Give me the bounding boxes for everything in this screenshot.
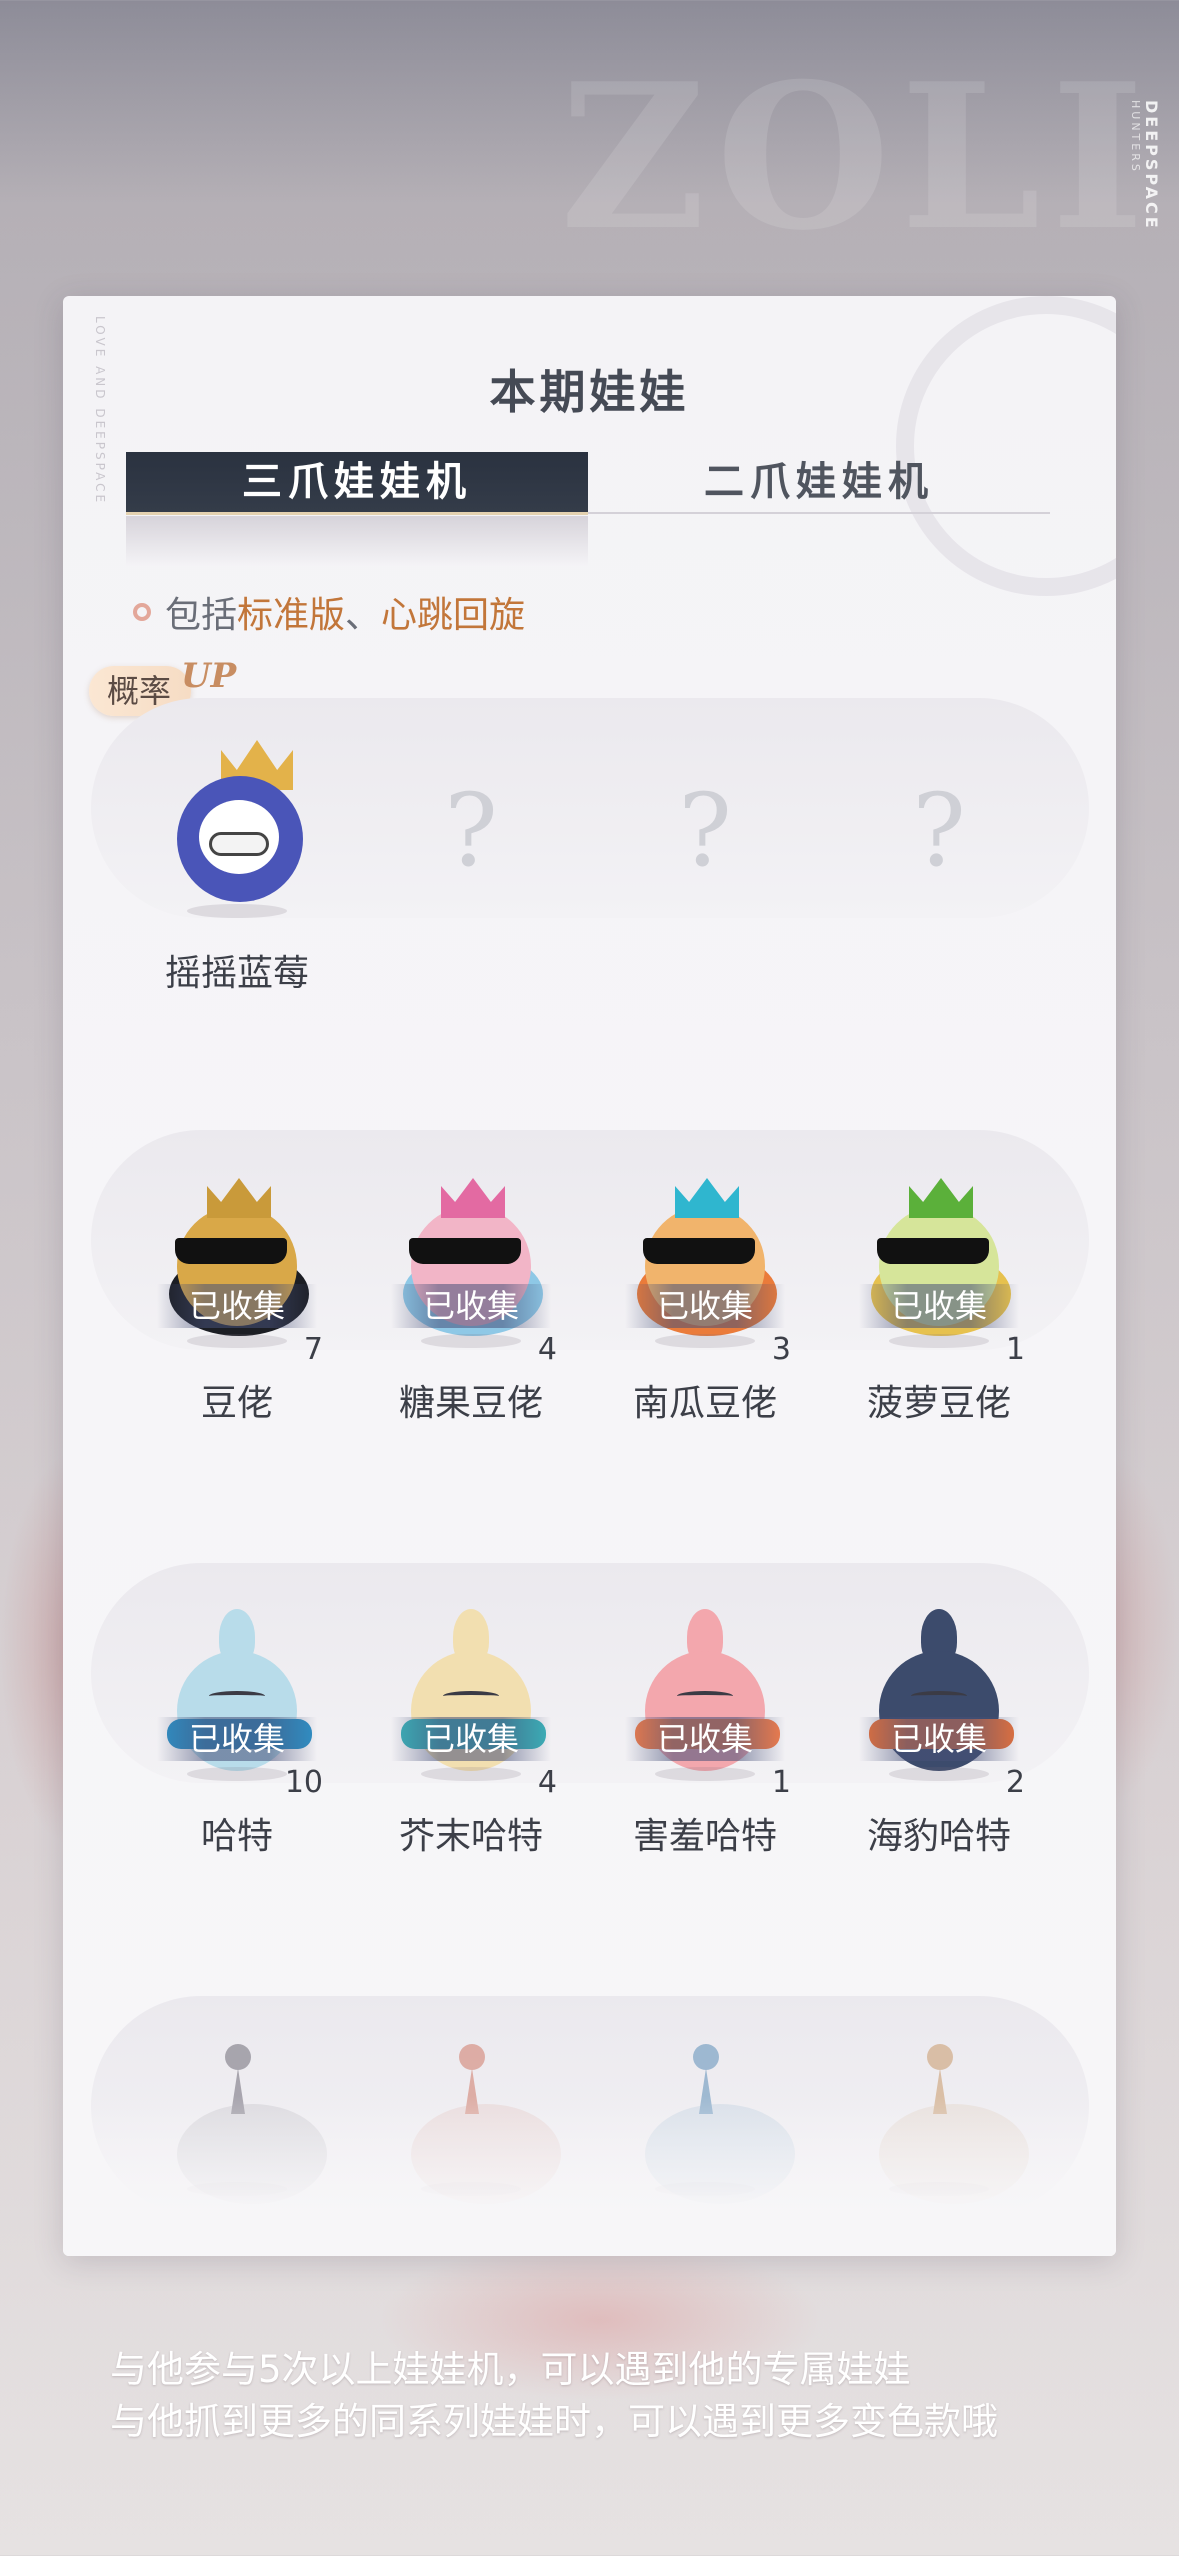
tab-two-claw[interactable]: 二爪娃娃机 bbox=[588, 452, 1050, 512]
probability-up-label: UP bbox=[181, 656, 237, 696]
doll-slot[interactable]: 已收集 1 害羞哈特 bbox=[605, 1599, 805, 1859]
doll-slot-unknown: ? bbox=[371, 736, 571, 926]
doll-name: 豆佬 bbox=[200, 1383, 273, 1424]
bean-doll-icon: 已收集 1 bbox=[849, 1166, 1029, 1367]
bean-doll-icon: 已收集 4 bbox=[381, 1166, 561, 1367]
doll-slot-unknown: ? bbox=[839, 736, 1039, 926]
doll-name: 哈特 bbox=[200, 1816, 273, 1857]
owned-count: 2 bbox=[1005, 1765, 1025, 1800]
collected-badge: 已收集 bbox=[625, 1284, 785, 1328]
doll-name: 摇摇蓝莓 bbox=[164, 953, 309, 994]
collected-badge: 已收集 bbox=[625, 1717, 785, 1761]
owned-count: 1 bbox=[771, 1765, 791, 1800]
doll-slot[interactable]: 已收集 4 芥末哈特 bbox=[371, 1599, 571, 1859]
collected-badge: 已收集 bbox=[391, 1284, 551, 1328]
footer-notes: 与他参与5次以上娃娃机，可以遇到他的专属娃娃 与他抓到更多的同系列娃娃时，可以遇… bbox=[110, 2344, 998, 2448]
hart-doll-icon: 已收集 1 bbox=[615, 1599, 795, 1800]
doll-name: 糖果豆佬 bbox=[398, 1383, 543, 1424]
hart-doll-icon: 已收集 2 bbox=[849, 1599, 1029, 1800]
doll-name: 南瓜豆佬 bbox=[632, 1383, 777, 1424]
tab-shadow bbox=[126, 516, 588, 566]
doll-slot[interactable]: 已收集 3 南瓜豆佬 bbox=[605, 1166, 805, 1426]
owned-count: 3 bbox=[771, 1332, 791, 1367]
doll-name: 菠萝豆佬 bbox=[866, 1383, 1011, 1424]
doll-slot[interactable]: 已收集 4 糖果豆佬 bbox=[371, 1166, 571, 1426]
doll-name: 海豹哈特 bbox=[866, 1816, 1011, 1857]
doll-slot[interactable]: 已收集 10 哈特 bbox=[137, 1599, 337, 1859]
bean-doll-icon: 已收集 7 bbox=[147, 1166, 327, 1367]
include-heartbeat: 心跳回旋 bbox=[381, 595, 526, 636]
blueberry-doll-icon bbox=[147, 736, 327, 926]
background-decor: ZOLI bbox=[560, 40, 1155, 275]
doll-slot[interactable]: 已收集 2 海豹哈特 bbox=[839, 1599, 1039, 1859]
collected-badge: 已收集 bbox=[157, 1284, 317, 1328]
collected-badge: 已收集 bbox=[391, 1717, 551, 1761]
doll-slot[interactable]: 已收集 1 菠萝豆佬 bbox=[839, 1166, 1039, 1426]
card-bottom-fade bbox=[63, 2096, 1116, 2256]
tab-three-claw[interactable]: 三爪娃娃机 bbox=[126, 452, 588, 512]
card-decor-arc bbox=[896, 296, 1116, 596]
brand-vertical-text: DEEPSPACE HUNTERS bbox=[1129, 100, 1161, 231]
owned-count: 1 bbox=[1005, 1332, 1025, 1367]
include-standard: 标准版 bbox=[237, 595, 346, 636]
page-title: 本期娃娃 bbox=[489, 365, 690, 419]
owned-count: 4 bbox=[537, 1765, 557, 1800]
include-note: 包括 标准版 、 心跳回旋 bbox=[133, 586, 525, 638]
collected-badge: 已收集 bbox=[859, 1284, 1019, 1328]
doll-name: 芥末哈特 bbox=[398, 1816, 543, 1857]
collected-badge: 已收集 bbox=[157, 1717, 317, 1761]
owned-count: 7 bbox=[303, 1332, 323, 1367]
unknown-doll-icon: ? bbox=[912, 772, 966, 889]
hart-doll-icon: 已收集 10 bbox=[147, 1599, 327, 1800]
doll-slot[interactable]: 已收集 7 豆佬 bbox=[137, 1166, 337, 1426]
unknown-doll-icon: ? bbox=[444, 772, 498, 889]
owned-count: 4 bbox=[537, 1332, 557, 1367]
doll-slot-unknown: ? bbox=[605, 736, 805, 926]
owned-count: 10 bbox=[284, 1765, 323, 1800]
unknown-doll-icon: ? bbox=[678, 772, 732, 889]
hart-doll-icon: 已收集 4 bbox=[381, 1599, 561, 1800]
doll-slot-featured[interactable]: 摇摇蓝莓 bbox=[137, 736, 337, 996]
collected-badge: 已收集 bbox=[859, 1717, 1019, 1761]
bean-doll-icon: 已收集 3 bbox=[615, 1166, 795, 1367]
footer-line-2: 与他抓到更多的同系列娃娃时，可以遇到更多变色款哦 bbox=[110, 2400, 998, 2443]
footer-line-1: 与他参与5次以上娃娃机，可以遇到他的专属娃娃 bbox=[110, 2348, 911, 2391]
doll-collection-card: LOVE AND DEEPSPACE 本期娃娃 三爪娃娃机 二爪娃娃机 包括 标… bbox=[63, 296, 1116, 2256]
doll-name: 害羞哈特 bbox=[632, 1816, 777, 1857]
machine-tabs: 三爪娃娃机 二爪娃娃机 bbox=[126, 452, 1050, 514]
bullet-icon bbox=[133, 603, 151, 621]
